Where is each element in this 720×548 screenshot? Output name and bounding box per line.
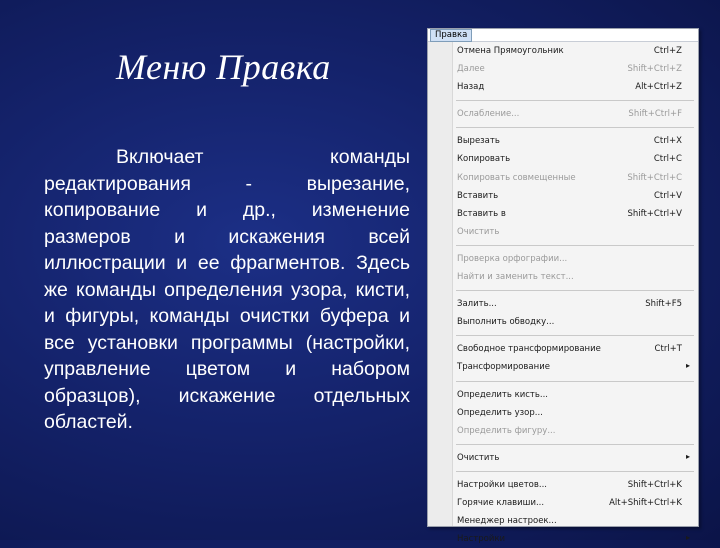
- slide-body-text: Включает команды редактирования - выреза…: [44, 144, 410, 436]
- menu-item: Проверка орфографии...: [428, 250, 698, 268]
- body-first-line: Включает команды: [116, 146, 410, 168]
- menu-item-shortcut: Shift+Ctrl+K: [627, 479, 682, 490]
- menu-item-label: Очистить: [457, 226, 500, 237]
- menu-item-label: Копировать: [457, 154, 511, 165]
- menu-item[interactable]: Настройки цветов... Shift+Ctrl+K: [428, 476, 698, 494]
- menu-separator: [456, 470, 694, 472]
- menu-item-label: Вставить: [457, 190, 499, 201]
- menu-item-shortcut: Ctrl+V: [653, 190, 682, 201]
- menu-item-shortcut: Shift+Ctrl+C: [627, 172, 682, 183]
- menu-item-shortcut: Ctrl+X: [653, 136, 682, 147]
- menu-item-shortcut: Ctrl+T: [654, 344, 682, 355]
- submenu-arrow-icon: ▸: [685, 361, 690, 371]
- menu-separator: [456, 290, 694, 292]
- menu-item-shortcut: Shift+Ctrl+F: [628, 109, 682, 120]
- menu-item: Определить фигуру...: [428, 422, 698, 440]
- menu-tab-edit[interactable]: Правка: [430, 29, 473, 42]
- menu-item[interactable]: Свободное трансформирование Ctrl+T: [428, 340, 698, 358]
- menu-item-label: Выполнить обводку...: [457, 317, 555, 328]
- menu-separator: [456, 380, 694, 382]
- menu-item[interactable]: Определить узор...: [428, 404, 698, 422]
- menu-item[interactable]: Трансформирование ▸: [428, 358, 698, 376]
- menu-item-label: Вставить в: [457, 208, 506, 219]
- menu-item-shortcut: Shift+Ctrl+Z: [627, 64, 682, 75]
- menu-item[interactable]: Очистить ▸: [428, 449, 698, 467]
- menu-item-label: Назад: [457, 82, 485, 93]
- menu-item-label: Менеджер настроек...: [457, 516, 557, 527]
- menu-separator: [456, 335, 694, 337]
- menu-item[interactable]: Залить... Shift+F5: [428, 295, 698, 313]
- menu-item-shortcut: Shift+Ctrl+V: [627, 208, 682, 219]
- menu-item[interactable]: Настройки ▸: [428, 530, 698, 548]
- menu-item-label: Настройки цветов...: [457, 479, 547, 490]
- menu-item-label: Залить...: [457, 299, 497, 310]
- menu-item-label: Свободное трансформирование: [457, 344, 601, 355]
- menu-item: Найти и заменить текст...: [428, 268, 698, 286]
- menu-separator: [456, 443, 694, 445]
- menu-item-label: Очистить: [457, 452, 500, 463]
- menu-item-label: Определить фигуру...: [457, 425, 556, 436]
- edit-menu-panel: Правка Отмена Прямоугольник Ctrl+Z Далее Sh…: [427, 28, 699, 544]
- menu-items-list: Отмена Прямоугольник Ctrl+Z Далее Shift+Ctr…: [428, 42, 698, 548]
- menu-item[interactable]: Менеджер настроек...: [428, 512, 698, 530]
- menu-item-label: Горячие клавиши...: [457, 497, 545, 508]
- body-rest: редактирования - вырезание, копирование …: [44, 172, 410, 434]
- menu-item-label: Далее: [457, 64, 485, 75]
- menu-item: Далее Shift+Ctrl+Z: [428, 60, 698, 78]
- menu-item[interactable]: Вставить Ctrl+V: [428, 187, 698, 205]
- menu-item-label: Трансформирование: [457, 362, 550, 373]
- menu-item[interactable]: Выполнить обводку...: [428, 313, 698, 331]
- menu-item[interactable]: Назад Alt+Ctrl+Z: [428, 78, 698, 96]
- menu-item-label: Определить узор...: [457, 407, 543, 418]
- menu-item[interactable]: Вставить в Shift+Ctrl+V: [428, 205, 698, 223]
- menu-item-shortcut: Ctrl+C: [653, 154, 682, 165]
- menu-item-shortcut: Shift+F5: [645, 299, 682, 310]
- menu-item-label: Проверка орфографии...: [457, 253, 568, 264]
- submenu-arrow-icon: ▸: [685, 533, 690, 543]
- menu-separator: [456, 100, 694, 102]
- menu-item-label: Копировать совмещенные: [457, 172, 576, 183]
- submenu-arrow-icon: ▸: [685, 451, 690, 461]
- menu-item-label: Определить кисть...: [457, 389, 548, 400]
- menu-item-label: Найти и заменить текст...: [457, 272, 574, 283]
- menu-separator: [456, 244, 694, 246]
- menu-item[interactable]: Горячие клавиши... Alt+Shift+Ctrl+K: [428, 494, 698, 512]
- menu-item-shortcut: Ctrl+Z: [653, 46, 682, 56]
- menu-item-shortcut: Alt+Shift+Ctrl+K: [609, 497, 682, 508]
- menu-item-shortcut: Alt+Ctrl+Z: [635, 82, 682, 93]
- menu-bar: Правка: [428, 29, 698, 42]
- menu-item-label: Настройки: [457, 534, 506, 545]
- menu-item: Ослабление... Shift+Ctrl+F: [428, 105, 698, 123]
- menu-item[interactable]: Копировать Ctrl+C: [428, 150, 698, 168]
- slide-title: Меню Правка: [116, 47, 331, 87]
- menu-item[interactable]: Отмена Прямоугольник Ctrl+Z: [428, 42, 698, 60]
- menu-item: Копировать совмещенные Shift+Ctrl+C: [428, 169, 698, 187]
- menu-item[interactable]: Определить кисть...: [428, 386, 698, 404]
- menu-item-label: Отмена Прямоугольник: [457, 46, 564, 56]
- menu-separator: [456, 127, 694, 129]
- menu-item-label: Вырезать: [457, 136, 500, 147]
- menu-item-label: Ослабление...: [457, 109, 520, 120]
- menu-item[interactable]: Вырезать Ctrl+X: [428, 132, 698, 150]
- menu-item: Очистить: [428, 223, 698, 241]
